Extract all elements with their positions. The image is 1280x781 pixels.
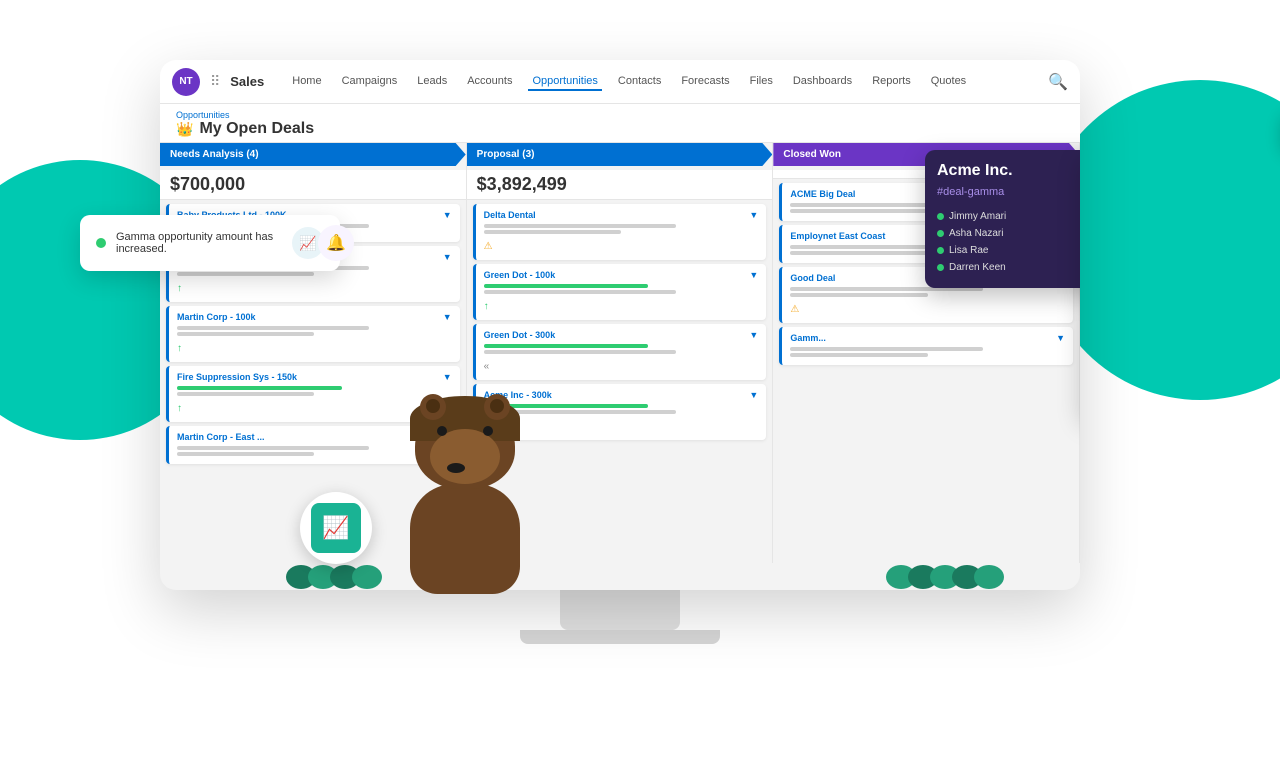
nav-home[interactable]: Home bbox=[288, 73, 325, 91]
column-header-needs-analysis: Needs Analysis (4) bbox=[160, 143, 466, 166]
nav-campaigns[interactable]: Campaigns bbox=[338, 73, 402, 91]
acme-member-1: Jimmy Amari bbox=[937, 208, 1080, 225]
acme-inc-panel: Acme Inc. #deal-gamma Jimmy Amari Asha N… bbox=[925, 150, 1080, 288]
member-status-dot bbox=[937, 247, 944, 254]
notification-dot bbox=[96, 238, 106, 248]
nav-items-list: Home Campaigns Leads Accounts Opportunit… bbox=[288, 73, 1040, 91]
column-amount-proposal: $3,892,499 bbox=[467, 170, 773, 200]
app-name: Sales bbox=[230, 74, 264, 89]
nav-dashboards[interactable]: Dashboards bbox=[789, 73, 856, 91]
monitor-frame: Gamma opportunity amount has increased. … bbox=[160, 60, 1080, 644]
acme-panel-title: Acme Inc. bbox=[937, 162, 1080, 180]
user-avatar[interactable]: NT bbox=[172, 68, 200, 96]
nav-files[interactable]: Files bbox=[746, 73, 777, 91]
nav-accounts[interactable]: Accounts bbox=[463, 73, 516, 91]
acme-member-2: Asha Nazari bbox=[937, 225, 1080, 242]
bush-right-decoration bbox=[890, 565, 1000, 589]
member-status-dot bbox=[937, 264, 944, 271]
kanban-card[interactable]: Green Dot - 100k ▼ ↑ bbox=[473, 264, 767, 320]
kanban-card[interactable]: Gamm... ▼ bbox=[779, 327, 1073, 365]
kanban-card[interactable]: Delta Dental ▼ ⚠ bbox=[473, 204, 767, 260]
astro-character bbox=[360, 344, 560, 624]
monitor-stand bbox=[560, 590, 680, 630]
bell-icon[interactable]: 🔔 bbox=[318, 225, 354, 261]
notification-popup: Gamma opportunity amount has increased. … bbox=[80, 215, 340, 271]
page-title: 👑 My Open Deals bbox=[176, 120, 1064, 138]
column-header-proposal: Proposal (3) bbox=[467, 143, 773, 166]
nav-quotes[interactable]: Quotes bbox=[927, 73, 970, 91]
crown-icon: 👑 bbox=[176, 121, 193, 138]
nav-reports[interactable]: Reports bbox=[868, 73, 915, 91]
nav-contacts[interactable]: Contacts bbox=[614, 73, 665, 91]
salesforce-icon-badge: 📈 bbox=[300, 492, 372, 564]
nav-leads[interactable]: Leads bbox=[413, 73, 451, 91]
member-status-dot bbox=[937, 230, 944, 237]
acme-member-3: Lisa Rae bbox=[937, 242, 1080, 259]
notification-text: Gamma opportunity amount has increased. bbox=[116, 231, 282, 255]
acme-channel: #deal-gamma bbox=[937, 186, 1080, 198]
salesforce-navbar: NT ⠿ Sales Home Campaigns Leads Accounts… bbox=[160, 60, 1080, 104]
grid-icon[interactable]: ⠿ bbox=[210, 73, 220, 90]
search-icon[interactable]: 🔍 bbox=[1048, 72, 1068, 92]
nav-opportunities[interactable]: Opportunities bbox=[528, 73, 601, 91]
monitor-base bbox=[520, 630, 720, 644]
member-status-dot bbox=[937, 213, 944, 220]
monitor-screen: NT ⠿ Sales Home Campaigns Leads Accounts… bbox=[160, 60, 1080, 590]
acme-member-4: Darren Keen bbox=[937, 259, 1080, 276]
breadcrumb: Opportunities bbox=[176, 110, 1064, 120]
chart-icon: 📈 bbox=[311, 503, 361, 553]
nav-forecasts[interactable]: Forecasts bbox=[677, 73, 733, 91]
column-amount-needs-analysis: $700,000 bbox=[160, 170, 466, 200]
page-header: Opportunities 👑 My Open Deals bbox=[160, 104, 1080, 143]
